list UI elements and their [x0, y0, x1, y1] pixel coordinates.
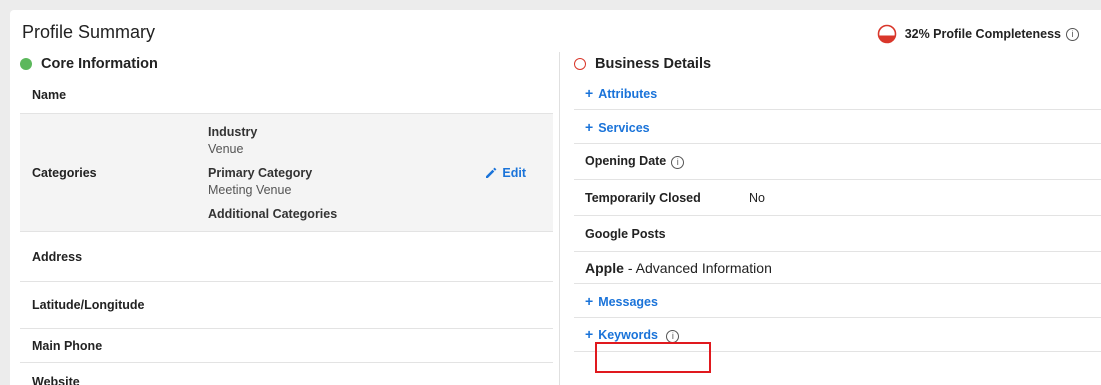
core-information-section: Core Information Name Categories Industr…	[20, 52, 553, 385]
primary-category-value: Meeting Venue	[208, 182, 292, 197]
row-messages: + Messages	[574, 284, 1101, 318]
core-information-header: Core Information	[20, 52, 553, 76]
profile-completeness: 32% Profile Completeness i	[877, 24, 1079, 44]
row-name: Name	[20, 76, 553, 114]
add-messages-link[interactable]: + Messages	[585, 293, 658, 309]
plus-icon: +	[585, 292, 594, 309]
row-services: + Services	[574, 110, 1101, 144]
profile-summary-card: Profile Summary 32% Profile Completeness…	[10, 10, 1101, 385]
temporarily-closed-label: Temporarily Closed	[585, 190, 701, 205]
row-website: Website	[20, 363, 553, 385]
page-title: Profile Summary	[22, 22, 156, 42]
name-label: Name	[32, 87, 67, 102]
add-keywords-link[interactable]: + Keywords i	[585, 326, 680, 343]
additional-categories-block: Additional Categories	[208, 207, 485, 221]
primary-category-title: Primary Category	[208, 165, 313, 180]
industry-block: Industry Venue	[208, 125, 485, 156]
header: Profile Summary 32% Profile Completeness…	[22, 22, 1101, 46]
address-label: Address	[32, 249, 83, 264]
apple-brand: Apple	[585, 259, 624, 276]
opening-date-label: Opening Date i	[585, 154, 749, 169]
plus-icon: +	[585, 326, 594, 342]
categories-label: Categories	[32, 165, 97, 180]
completeness-text: 32% Profile Completeness	[904, 27, 1061, 41]
row-main-phone: Main Phone	[20, 329, 553, 363]
google-posts-label: Google Posts	[585, 226, 666, 241]
info-icon[interactable]: i	[671, 156, 685, 169]
messages-label: Messages	[598, 294, 658, 309]
plus-icon: +	[585, 118, 594, 135]
services-label: Services	[598, 120, 650, 135]
categories-values: Industry Venue Primary Category Meeting …	[208, 125, 485, 221]
keywords-label: Keywords	[598, 328, 658, 342]
main-phone-label: Main Phone	[32, 338, 103, 353]
plus-icon: +	[585, 84, 594, 101]
row-attributes: + Attributes	[574, 76, 1101, 110]
apple-advanced-header: Apple - Advanced Information	[574, 252, 1101, 284]
column-divider	[559, 52, 560, 385]
row-opening-date: Opening Date i	[574, 144, 1101, 180]
attributes-label: Attributes	[598, 86, 658, 101]
add-services-link[interactable]: + Services	[585, 119, 650, 135]
add-attributes-link[interactable]: + Attributes	[585, 85, 657, 101]
row-temporarily-closed: Temporarily Closed No	[574, 180, 1101, 216]
industry-title: Industry	[208, 124, 258, 139]
row-latitude-longitude: Latitude/Longitude	[20, 282, 553, 329]
info-icon[interactable]: i	[1066, 27, 1079, 41]
status-dot-icon	[20, 58, 32, 70]
website-label: Website	[32, 375, 80, 385]
edit-label: Edit	[502, 165, 526, 180]
primary-category-block: Primary Category Meeting Venue	[208, 166, 485, 197]
apple-advanced-suffix: - Advanced Information	[627, 259, 772, 276]
row-google-posts: Google Posts	[574, 216, 1101, 252]
temporarily-closed-value: No	[749, 190, 765, 205]
pencil-icon	[486, 167, 497, 178]
business-details-section: Business Details + Attributes + Services O…	[574, 52, 1101, 373]
industry-value: Venue	[208, 141, 244, 156]
business-details-header: Business Details	[574, 52, 1101, 76]
latitude-longitude-label: Latitude/Longitude	[32, 298, 145, 312]
edit-categories-button[interactable]: Edit	[485, 166, 526, 180]
row-categories: Categories Industry Venue Primary Catego…	[20, 114, 553, 232]
row-address: Address	[20, 232, 553, 282]
status-dot-icon	[574, 58, 586, 70]
core-information-title: Core Information	[41, 56, 158, 72]
business-details-title: Business Details	[595, 56, 712, 72]
additional-categories-title: Additional Categories	[208, 206, 338, 221]
completeness-ring-icon	[877, 24, 896, 44]
keywords-highlight-box	[595, 342, 711, 373]
